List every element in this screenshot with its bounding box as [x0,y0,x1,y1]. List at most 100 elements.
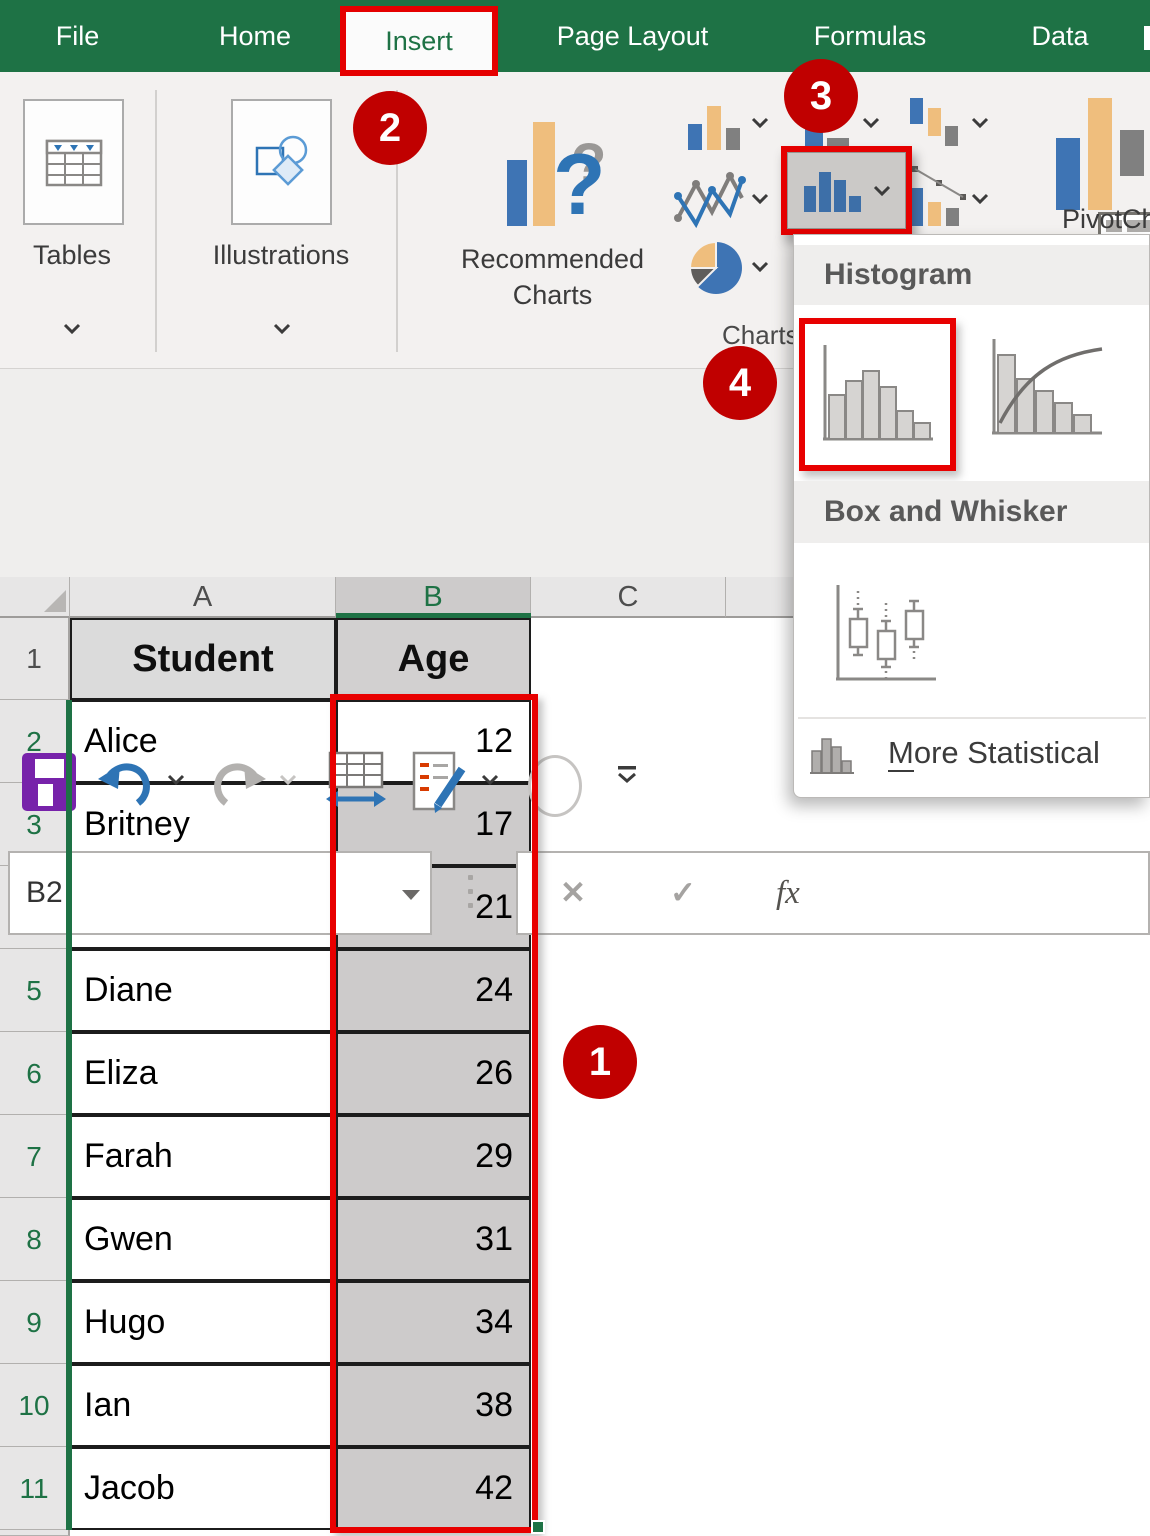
histogram-chart-option[interactable] [815,337,941,453]
select-all-triangle-icon [44,590,66,612]
row-header-10[interactable]: 10 [0,1364,70,1447]
chevron-down-icon[interactable] [872,184,892,197]
insert-function-icon[interactable]: fx [776,853,800,933]
box-whisker-section-header: Box and Whisker [794,481,1149,543]
row-header-1[interactable]: 1 [0,618,70,700]
box-whisker-chart-option[interactable] [830,583,940,687]
pivotchart-button[interactable] [1052,92,1150,222]
oval-shape-button[interactable] [528,755,582,817]
statistical-chart-button[interactable] [787,152,906,229]
combo-chart-icon [908,160,970,232]
column-header-b[interactable]: B [336,576,531,618]
recommended-charts-button[interactable]: ? ? [505,110,615,235]
tab-page-layout[interactable]: Page Layout [505,0,760,72]
chevron-down-icon[interactable] [970,192,990,205]
cell-a8[interactable]: Gwen [70,1198,336,1281]
excel-window: File Home Page Layout Formulas Data Inse… [0,0,1150,1536]
tab-partial-next [1144,26,1150,50]
combo-chart-button[interactable] [908,160,970,237]
cell-b11[interactable]: 42 [336,1447,531,1530]
chevron-down-icon[interactable] [750,192,770,205]
small-histogram-icon [808,729,856,779]
column-header-c[interactable]: C [531,576,726,618]
formula-bar-resize-handle[interactable] [468,875,473,908]
row-header-9[interactable]: 9 [0,1281,70,1364]
chevron-down-icon[interactable] [480,773,500,786]
formula-bar[interactable]: ✕ ✓ fx [516,851,1150,935]
more-statistical-menu-item[interactable]: More Statistical [794,725,1149,781]
name-box-dropdown-icon[interactable] [402,890,420,900]
row-header-5[interactable]: 5 [0,949,70,1032]
chevron-down-icon[interactable] [861,116,881,129]
cell-b6[interactable]: 26 [336,1032,531,1115]
customize-qat-button[interactable] [616,765,638,785]
tables-button[interactable] [23,99,124,225]
annotation-badge-3: 3 [784,59,858,133]
pie-chart-button[interactable] [686,240,746,303]
line-chart-button[interactable] [672,166,748,239]
cell-a5[interactable]: Diane [70,949,336,1032]
tab-formulas[interactable]: Formulas [770,0,970,72]
waterfall-chart-button[interactable] [908,96,968,157]
cell-b9[interactable]: 34 [336,1281,531,1364]
histogram-option-highlight-box [799,318,956,471]
edit-list-button[interactable] [408,751,470,815]
tab-insert[interactable]: Insert [346,12,492,70]
table-icon [44,132,104,192]
illustrations-button[interactable] [231,99,332,225]
cancel-icon[interactable]: ✕ [560,853,586,933]
row-header-8[interactable]: 8 [0,1198,70,1281]
statistical-chart-menu: Histogram [793,234,1150,798]
annotation-badge-2: 2 [353,91,427,165]
column-chart-icon [686,102,744,152]
chevron-down-icon[interactable] [970,116,990,129]
pareto-chart-option[interactable] [986,333,1108,449]
pie-chart-icon [686,240,746,298]
redo-button[interactable] [210,757,268,811]
cell-b10[interactable]: 38 [336,1364,531,1447]
selected-rows-accent [66,700,72,1530]
svg-text:?: ? [553,137,606,233]
cell-b7[interactable]: 29 [336,1115,531,1198]
chevron-down-icon[interactable] [750,260,770,273]
group-separator [155,90,157,352]
cell-b8[interactable]: 31 [336,1198,531,1281]
row-header-6[interactable]: 6 [0,1032,70,1115]
statistical-chart-highlight-box [781,146,912,235]
chevron-down-icon[interactable] [272,322,292,335]
more-statistical-label: More Statistical [888,725,1100,781]
fill-handle[interactable] [531,1520,545,1534]
chevron-down-icon[interactable] [166,773,186,786]
cell-a7[interactable]: Farah [70,1115,336,1198]
recommended-charts-label-line2: Charts [430,280,675,311]
column-chart-button[interactable] [686,102,744,157]
waterfall-chart-icon [908,96,968,152]
tab-data[interactable]: Data [990,0,1130,72]
cell-a1[interactable]: Student [70,618,336,700]
ribbon-tab-bar: File Home Page Layout Formulas Data [0,0,1150,72]
tab-home[interactable]: Home [180,0,330,72]
row-header-7[interactable]: 7 [0,1115,70,1198]
row-header-11[interactable]: 11 [0,1447,70,1530]
line-chart-icon [672,166,748,234]
cell-a9[interactable]: Hugo [70,1281,336,1364]
tab-file[interactable]: File [30,0,125,72]
chevron-down-icon[interactable] [62,322,82,335]
cell-b5[interactable]: 24 [336,949,531,1032]
cell-a11[interactable]: Jacob [70,1447,336,1530]
cell-a6[interactable]: Eliza [70,1032,336,1115]
column-width-button[interactable] [324,751,388,815]
annotation-badge-1: 1 [563,1025,637,1099]
cell-b1[interactable]: Age [336,618,531,700]
column-header-a[interactable]: A [70,576,336,618]
annotation-badge-4: 4 [703,346,777,420]
illustrations-label: Illustrations [206,240,356,271]
name-box-value: B2 [26,853,63,933]
cell-a10[interactable]: Ian [70,1364,336,1447]
undo-button[interactable] [96,757,154,811]
chevron-down-icon[interactable] [750,116,770,129]
enter-icon[interactable]: ✓ [670,853,696,933]
chevron-down-icon [278,773,298,786]
recommended-charts-icon: ? ? [505,110,615,235]
row-header-12-partial[interactable] [0,1530,70,1536]
